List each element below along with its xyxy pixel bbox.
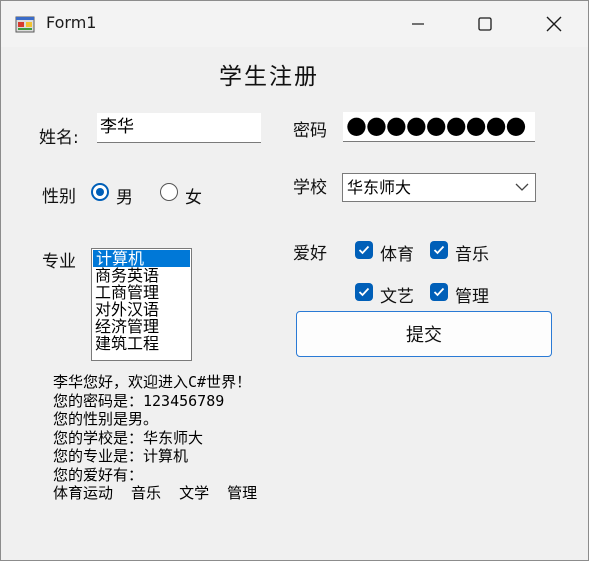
- output-line: 体育运动 音乐 文学 管理: [53, 484, 258, 502]
- name-input[interactable]: 李华: [97, 113, 261, 143]
- output-line: 李华您好，欢迎进入C#世界！: [53, 373, 252, 391]
- hobby-music-checkbox[interactable]: [430, 241, 448, 259]
- result-output: 李华您好，欢迎进入C#世界！ 您的密码是：123456789 您的性别是男。 您…: [53, 373, 373, 503]
- list-item[interactable]: 建筑工程: [92, 335, 191, 352]
- list-item[interactable]: 商务英语: [92, 267, 191, 284]
- hobby-label: 爱好: [293, 244, 327, 264]
- gender-male-radio[interactable]: [91, 183, 109, 201]
- hobby-arts-label[interactable]: 文艺: [380, 282, 414, 307]
- hobby-management-checkbox[interactable]: [430, 283, 448, 301]
- checkmark-icon: [433, 245, 445, 255]
- hobby-arts-checkbox[interactable]: [355, 283, 373, 301]
- output-line: 您的性别是男。: [53, 410, 159, 428]
- form1-window: Form1 学生注册 姓名: 李华 密码 ●●●●●●●●● 性别 男 女 学校…: [0, 0, 589, 561]
- hobby-sports-label[interactable]: 体育: [380, 240, 414, 265]
- school-selected-value: 华东师大: [347, 178, 412, 197]
- gender-label: 性别: [42, 187, 76, 207]
- submit-button[interactable]: 提交: [296, 311, 552, 357]
- gender-male-label[interactable]: 男: [116, 183, 133, 208]
- list-item[interactable]: 对外汉语: [92, 301, 191, 318]
- gender-female-radio[interactable]: [160, 183, 178, 201]
- list-item[interactable]: 工商管理: [92, 284, 191, 301]
- list-item[interactable]: 计算机: [93, 250, 190, 267]
- output-line: 您的学校是：华东师大: [53, 428, 204, 447]
- checkmark-icon: [358, 245, 370, 255]
- name-label: 姓名:: [39, 128, 79, 148]
- title-bar[interactable]: Form1: [1, 1, 588, 47]
- hobby-management-label[interactable]: 管理: [455, 282, 489, 307]
- major-listbox[interactable]: 计算机 商务英语 工商管理 对外汉语 经济管理 建筑工程: [91, 248, 192, 361]
- chevron-down-icon: [515, 183, 529, 191]
- hobby-music-label[interactable]: 音乐: [455, 240, 489, 265]
- minimize-icon: [412, 23, 424, 25]
- checkmark-icon: [358, 287, 370, 297]
- school-select[interactable]: 华东师大: [342, 173, 536, 202]
- list-item[interactable]: 经济管理: [92, 318, 191, 335]
- close-icon: [546, 16, 562, 32]
- maximize-icon: [478, 17, 492, 31]
- output-line: 您的密码是：123456789: [53, 391, 225, 410]
- output-line: 您的爱好有：: [53, 465, 144, 484]
- minimize-button[interactable]: [383, 1, 453, 47]
- app-icon: [15, 16, 35, 33]
- password-label: 密码: [293, 121, 327, 141]
- form-heading: 学生注册: [219, 64, 319, 90]
- gender-female-label[interactable]: 女: [185, 183, 202, 208]
- password-input[interactable]: ●●●●●●●●●: [343, 112, 535, 142]
- maximize-button[interactable]: [450, 1, 520, 47]
- hobby-sports-checkbox[interactable]: [355, 241, 373, 259]
- output-line: 您的专业是：计算机: [53, 447, 189, 465]
- window-title: Form1: [46, 13, 97, 32]
- major-label: 专业: [42, 252, 76, 272]
- checkmark-icon: [433, 287, 445, 297]
- school-label: 学校: [293, 178, 327, 198]
- close-button[interactable]: [519, 1, 588, 47]
